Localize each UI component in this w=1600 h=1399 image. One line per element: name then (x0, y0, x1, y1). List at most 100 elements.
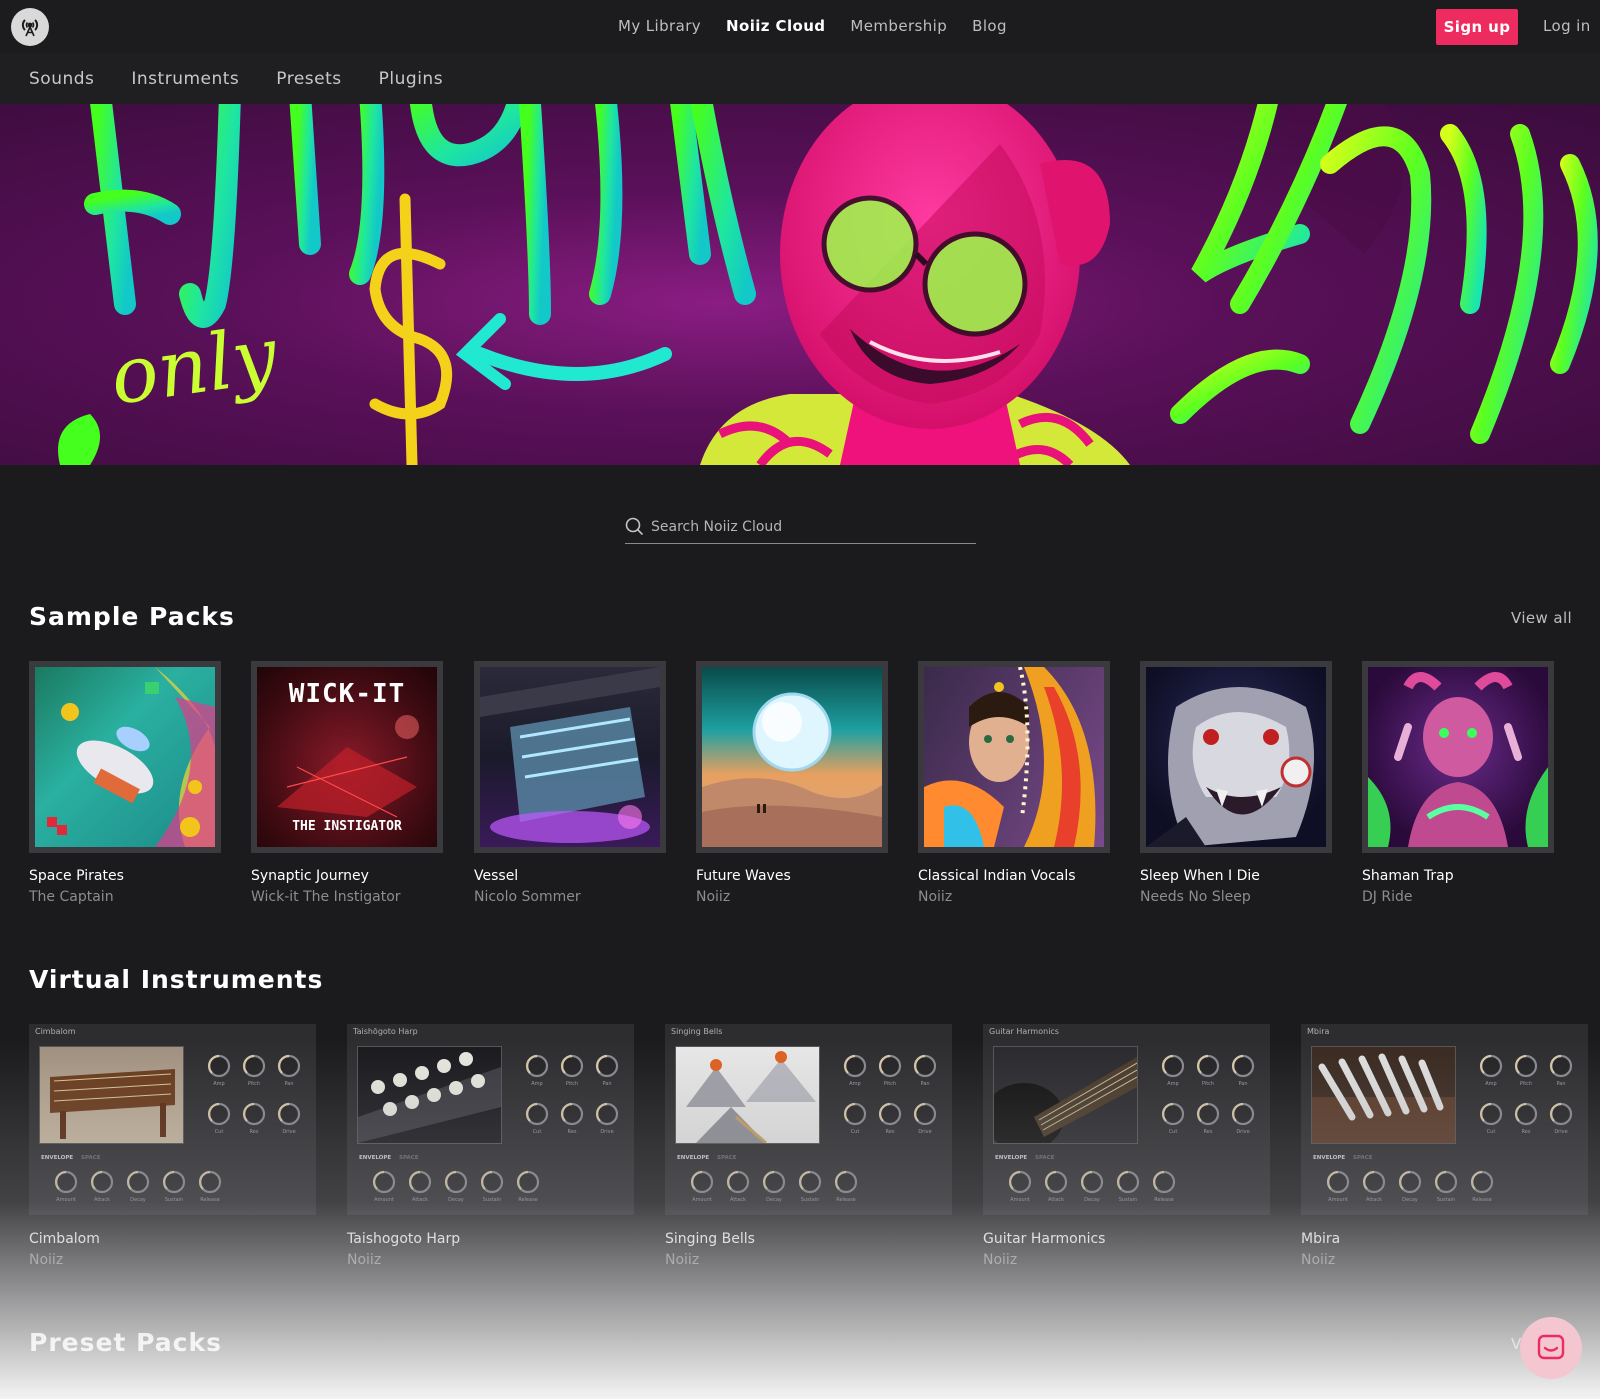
pack-author[interactable]: DJ Ride (1362, 889, 1554, 905)
knob-label: Pan (920, 1081, 929, 1087)
category-instruments[interactable]: Instruments (131, 69, 239, 89)
pack-cover[interactable] (474, 661, 666, 853)
instrument-panel[interactable]: Mbira Amp Pitch Pan Cut Res Drive Amount Attack… (1301, 1024, 1588, 1215)
pack-name[interactable]: Shaman Trap (1362, 868, 1554, 884)
instrument-card[interactable]: Taishōgoto Harp Amp Pitch Pan Cut Res Drive Am… (347, 1024, 634, 1268)
pack-name[interactable]: Future Waves (696, 868, 888, 884)
knob-label: Decay (448, 1197, 464, 1203)
instrument-panel[interactable]: Cimbalom Amp Pitch Pan Cut Res Drive Amount Att… (29, 1024, 316, 1215)
top-nav: My Library Noiiz Cloud Membership Blog (618, 17, 1007, 35)
pack-name[interactable]: Synaptic Journey (251, 868, 443, 884)
instrument-name[interactable]: Taishogoto Harp (347, 1231, 634, 1247)
knob-label: Cut (533, 1129, 542, 1135)
pack-card[interactable]: Classical Indian Vocals Noiiz (918, 661, 1110, 905)
instrument-panel[interactable]: Guitar Harmonics Amp Pitch Pan Cut Res Drive A… (983, 1024, 1270, 1215)
knob-label: Amp (849, 1081, 860, 1087)
knob-label: Cut (851, 1129, 860, 1135)
hero-artwork: only (58, 104, 1598, 465)
noiiz-logo[interactable] (11, 8, 49, 46)
pack-cover[interactable]: WICK-IT THE INSTIGATOR (251, 661, 443, 853)
knob-label: Pitch (248, 1081, 260, 1087)
pack-author[interactable]: Wick-it The Instigator (251, 889, 443, 905)
panel-tab[interactable]: ENVELOPE (995, 1155, 1027, 1161)
instrument-name[interactable]: Guitar Harmonics (983, 1231, 1270, 1247)
search-bar (625, 513, 976, 544)
knob-label: Drive (1554, 1129, 1567, 1135)
knob-label: Pan (284, 1081, 293, 1087)
knob-label: Amp (1167, 1081, 1178, 1087)
pack-card[interactable]: Sleep When I Die Needs No Sleep (1140, 661, 1332, 905)
pack-name[interactable]: Sleep When I Die (1140, 868, 1332, 884)
instrument-author[interactable]: Noiiz (1301, 1252, 1588, 1268)
instrument-card[interactable]: Guitar Harmonics Amp Pitch Pan Cut Res Drive A… (983, 1024, 1270, 1268)
nav-noiiz-cloud[interactable]: Noiiz Cloud (726, 17, 825, 35)
panel-tab[interactable]: SPACE (717, 1155, 737, 1161)
knob-label: Attack (1048, 1197, 1064, 1203)
pack-author[interactable]: Noiiz (918, 889, 1110, 905)
knob-label: Attack (1366, 1197, 1382, 1203)
pack-card[interactable]: Space Pirates The Captain (29, 661, 221, 905)
pack-cover[interactable] (1362, 661, 1554, 853)
pack-name[interactable]: Classical Indian Vocals (918, 868, 1110, 884)
nav-membership[interactable]: Membership (850, 17, 947, 35)
knob-label: Sustain (1119, 1197, 1138, 1203)
knob-label: Decay (766, 1197, 782, 1203)
log-in-link[interactable]: Log in (1543, 17, 1591, 35)
pack-author[interactable]: The Captain (29, 889, 221, 905)
instrument-card[interactable]: Mbira Amp Pitch Pan Cut Res Drive Amount Attack… (1301, 1024, 1588, 1268)
pack-author[interactable]: Nicolo Sommer (474, 889, 666, 905)
panel-tab[interactable]: SPACE (81, 1155, 101, 1161)
knob-label: Res (886, 1129, 895, 1135)
knob-label: Pan (602, 1081, 611, 1087)
category-plugins[interactable]: Plugins (379, 69, 443, 89)
knob-label: Pitch (1202, 1081, 1214, 1087)
pack-cover[interactable] (29, 661, 221, 853)
knob-label: Drive (600, 1129, 613, 1135)
pack-cover[interactable] (918, 661, 1110, 853)
pack-card[interactable]: WICK-IT THE INSTIGATOR Synaptic Journey … (251, 661, 443, 905)
pack-cover[interactable] (696, 661, 888, 853)
panel-tab[interactable]: ENVELOPE (677, 1155, 709, 1161)
instrument-panel[interactable]: Singing Bells Amp Pitch Pan Cut Res Drive Amou… (665, 1024, 952, 1215)
instrument-author[interactable]: Noiiz (29, 1252, 316, 1268)
synth-controls: Amp Pitch Pan Cut Res Drive Amount Attack Decay S… (995, 1054, 1255, 1203)
search-input[interactable] (651, 516, 971, 538)
hero-banner[interactable]: only (0, 104, 1600, 465)
pack-card[interactable]: Vessel Nicolo Sommer (474, 661, 666, 905)
panel-tab[interactable]: SPACE (1035, 1155, 1055, 1161)
pack-card[interactable]: Shaman Trap DJ Ride (1362, 661, 1554, 905)
instrument-name[interactable]: Mbira (1301, 1231, 1588, 1247)
panel-tab[interactable]: ENVELOPE (41, 1155, 73, 1161)
pack-author[interactable]: Needs No Sleep (1140, 889, 1332, 905)
instrument-author[interactable]: Noiiz (347, 1252, 634, 1268)
panel-tab[interactable]: ENVELOPE (1313, 1155, 1345, 1161)
nav-blog[interactable]: Blog (972, 17, 1007, 35)
synth-controls: Amp Pitch Pan Cut Res Drive Amount Attack Decay S… (41, 1054, 301, 1203)
instrument-card[interactable]: Cimbalom Amp Pitch Pan Cut Res Drive Amount Att… (29, 1024, 316, 1268)
category-sounds[interactable]: Sounds (29, 69, 94, 89)
instrument-panel[interactable]: Taishōgoto Harp Amp Pitch Pan Cut Res Drive Am… (347, 1024, 634, 1215)
pack-cover[interactable] (1140, 661, 1332, 853)
panel-tab[interactable]: SPACE (1353, 1155, 1373, 1161)
knob-label: Release (836, 1197, 856, 1203)
pack-author[interactable]: Noiiz (696, 889, 888, 905)
instrument-card[interactable]: Singing Bells Amp Pitch Pan Cut Res Drive Amou… (665, 1024, 952, 1268)
pack-name[interactable]: Vessel (474, 868, 666, 884)
preset-packs-title: Preset Packs (29, 1328, 222, 1357)
instrument-name[interactable]: Cimbalom (29, 1231, 316, 1247)
panel-tab[interactable]: SPACE (399, 1155, 419, 1161)
pack-card[interactable]: Future Waves Noiiz (696, 661, 888, 905)
chat-launcher-button[interactable] (1520, 1317, 1582, 1379)
category-presets[interactable]: Presets (276, 69, 341, 89)
instrument-author[interactable]: Noiiz (665, 1252, 952, 1268)
sample-packs-view-all[interactable]: View all (1511, 609, 1572, 627)
sign-up-button[interactable]: Sign up (1436, 9, 1518, 45)
instrument-name[interactable]: Singing Bells (665, 1231, 952, 1247)
knob-label: Drive (1236, 1129, 1249, 1135)
nav-my-library[interactable]: My Library (618, 17, 701, 35)
panel-tab[interactable]: ENVELOPE (359, 1155, 391, 1161)
instrument-author[interactable]: Noiiz (983, 1252, 1270, 1268)
pack-name[interactable]: Space Pirates (29, 868, 221, 884)
cover-title-text: WICK-IT (288, 679, 406, 709)
knob-label: Amount (374, 1197, 394, 1203)
